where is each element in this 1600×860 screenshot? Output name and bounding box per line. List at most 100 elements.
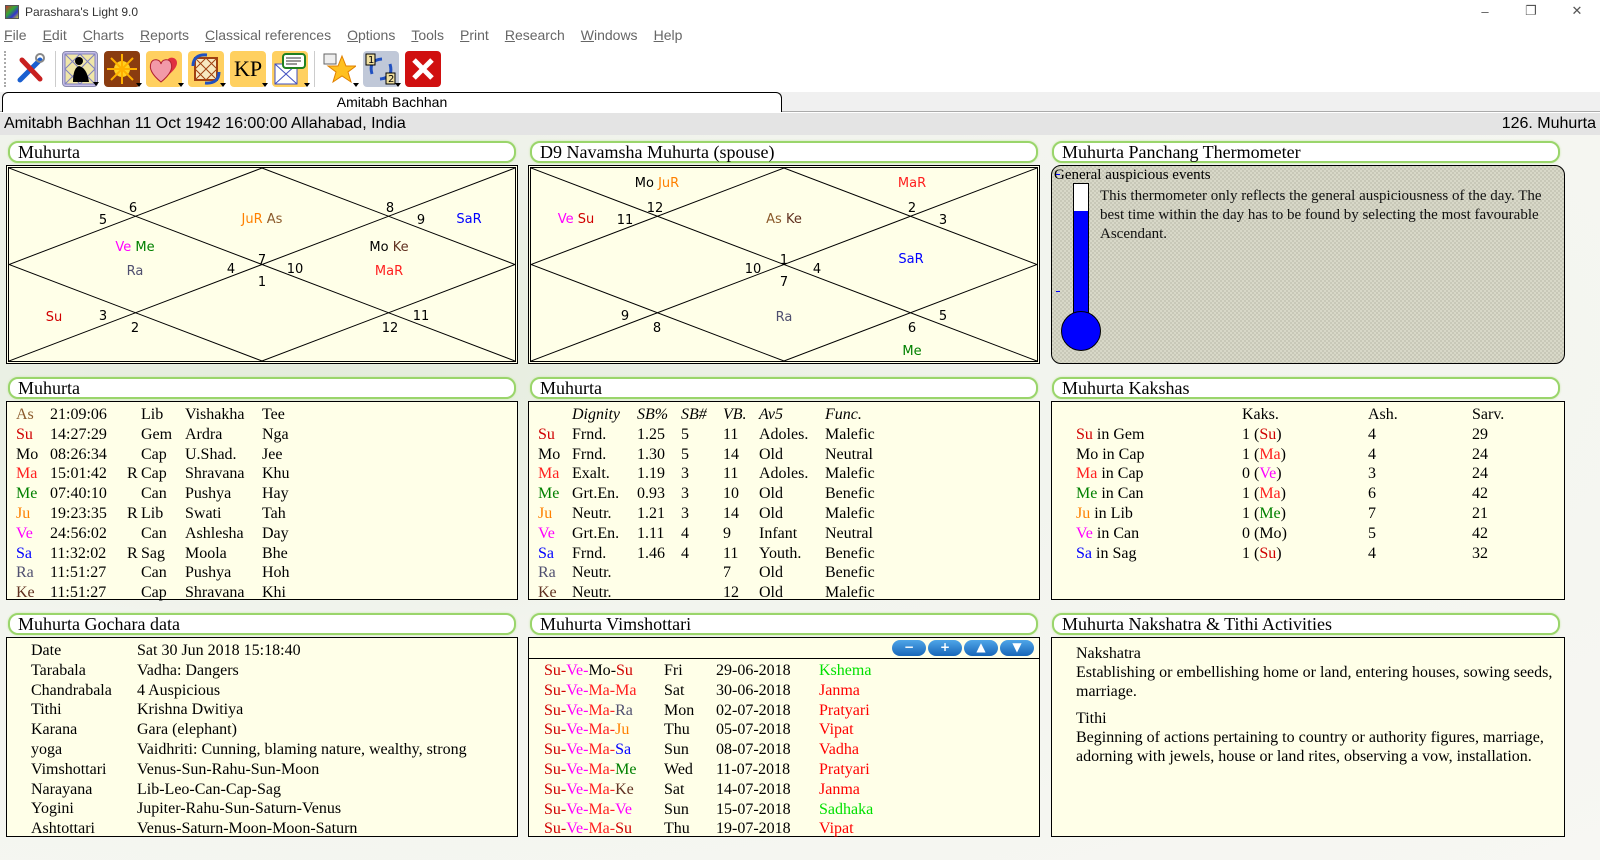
navamsha-house-number: 9 [621,309,629,324]
menu-options[interactable]: Options [347,27,395,43]
panel-header-dignity[interactable]: Muhurta [530,377,1038,399]
toolbar-grip[interactable] [4,51,7,87]
dasha-period[interactable]: Su-Ve-Ma-Ve [544,800,632,820]
menu-tools[interactable]: Tools [411,27,444,43]
gochara-value: Venus-Sun-Rahu-Sun-Moon [137,760,320,778]
sarvashtakavarga-points: 24 [1472,465,1488,483]
rasi-planet[interactable]: As [263,212,283,227]
panel-header-navamsha[interactable]: D9 Navamsha Muhurta (spouse) [530,141,1038,163]
window-title: Parashara's Light 9.0 [25,5,139,19]
navamsha-planet[interactable]: JuR [654,176,679,191]
navamsha-planet[interactable]: Mo [635,176,654,191]
navamsha-planet[interactable]: Ve [558,212,574,227]
tab-chart[interactable]: Amitabh Bachhan [2,92,782,112]
panel-header-rasi[interactable]: Muhurta [8,141,516,163]
navamsha-house-number: 8 [653,321,661,336]
dasha-planet: Su [544,701,561,719]
panel-header-thermometer[interactable]: Muhurta Panchang Thermometer [1052,141,1560,163]
rasi-chart[interactable]: 7 6 5 4 3 2 1 12 11 10 9 8 JuR As Ve Me Ra Su Mo Ke MaR Sa… [6,165,518,364]
dasha-period[interactable]: Su-Ve-Ma-Sa [544,740,631,760]
rasi-planet[interactable]: Mo [369,240,388,255]
panel-header-activities[interactable]: Muhurta Nakshatra & Tithi Activities [1052,613,1560,635]
dasha-date: 14-07-2018 [716,780,791,798]
dasha-period[interactable]: Su-Ve-Ma-Ju [544,720,629,740]
menu-classical-references[interactable]: Classical references [205,27,331,43]
planet-longitude: 11:32:02 [50,544,107,562]
zoom-in-button[interactable]: + [928,640,962,656]
zoom-out-button[interactable]: − [892,640,926,656]
thermometer-panel: General auspicious events This thermomet… [1051,165,1565,364]
rasi-planet[interactable]: SaR [456,212,481,227]
navamsha-planet[interactable]: Me [902,344,921,359]
rasi-planet[interactable]: MaR [375,264,403,279]
dasha-period[interactable]: Su-Ve-Ma-Ra [544,701,633,721]
dasha-period[interactable]: Su-Ve-Mo-Su [544,661,633,681]
chart-person-button[interactable] [62,51,99,87]
dasha-date: 02-07-2018 [716,701,791,719]
dasha-period[interactable]: Su-Ve-Ma-Ma [544,681,636,701]
rasi-house-number: 1 [258,275,266,290]
rasi-planet[interactable]: Ra [127,264,144,279]
panel-header-vimshottari[interactable]: Muhurta Vimshottari [530,613,1038,635]
rasi-planet-group: Ve Me [115,240,154,255]
rasi-house-number: 5 [99,213,107,228]
navamsha-planet[interactable]: As [766,212,782,227]
dasha-date: 15-07-2018 [716,800,791,818]
planet-name: Sa [1076,544,1092,562]
dasha-planet: Ve [566,701,584,719]
tara-name: Pratyari [819,701,870,719]
column-header: Av5 [759,406,783,423]
dasha-period[interactable]: Su-Ve-Ma-Su [544,819,632,839]
menu-help[interactable]: Help [654,27,683,43]
rotate-chart-button[interactable] [188,51,226,87]
navamsha-planet[interactable]: Ra [776,310,793,325]
rasi-planet[interactable]: JuR [241,212,263,227]
hearts-button[interactable] [146,51,184,87]
tools-button[interactable] [13,51,49,87]
menu-reports[interactable]: Reports [140,27,189,43]
rasi-planet[interactable]: Ve [115,240,131,255]
menu-edit[interactable]: Edit [43,27,67,43]
rasi-house-number: 12 [382,321,399,336]
star-button[interactable] [321,51,359,87]
panel-header-gochara[interactable]: Muhurta Gochara data [8,613,516,635]
panel-header-positions[interactable]: Muhurta [8,377,516,399]
navamsha-planet[interactable]: Ke [782,212,802,227]
kp-button[interactable]: KP [230,51,268,87]
rasi-planet[interactable]: Ke [389,240,409,255]
navamsha-chart[interactable]: 1 12 11 10 9 8 7 6 5 4 3 2 As Ke Mo JuR Ve Su Ra Me SaR Ma… [528,165,1040,364]
restore-button[interactable]: ❐ [1508,0,1554,22]
navamsha-planet[interactable]: Su [574,212,595,227]
menu-windows[interactable]: Windows [581,27,638,43]
close-button[interactable]: ✕ [1554,0,1600,22]
rasi-planet[interactable]: Me [131,240,154,255]
gochara-label: Ashtottari [31,820,95,838]
menu-file[interactable]: File [4,27,27,43]
nakshatra-syllable: Hay [262,485,289,503]
navamsha-planet[interactable]: SaR [898,252,923,267]
menu-research[interactable]: Research [505,27,565,43]
panel-header-kakshas[interactable]: Muhurta Kakshas [1052,377,1560,399]
kaksha-planet: Mo in Cap [1076,445,1145,463]
navamsha-planet[interactable]: MaR [898,176,926,191]
scroll-up-button[interactable]: ▲ [964,640,998,656]
close-chart-button[interactable] [405,51,441,87]
menu-print[interactable]: Print [460,27,489,43]
rasi-planet-group: SaR [456,212,481,227]
shadbala-percent: 1.30 [637,445,665,463]
dasha-planet: Ve [566,681,584,699]
compare-button[interactable]: 1 2 [363,51,401,87]
minimize-button[interactable]: – [1462,0,1508,22]
rasi-planet[interactable]: Su [46,310,63,325]
positions-table: As 21:09:06 Lib Vishakha Tee Su 14:27:29 Gem Ard… [6,401,518,601]
planet-name: Mo [16,445,39,463]
chart-comment-button[interactable] [272,51,310,87]
scroll-down-button[interactable]: ▼ [1000,640,1034,656]
retrograde-flag: R [127,465,138,483]
nakshatra-syllable: Khu [262,465,290,483]
dasha-period[interactable]: Su-Ve-Ma-Me [544,760,636,780]
rasi-chart-svg: 7 6 5 4 3 2 1 12 11 10 9 8 JuR As Ve Me Ra Su Mo Ke MaR Sa… [9,168,515,361]
sun-button[interactable] [104,51,142,87]
menu-charts[interactable]: Charts [83,27,124,43]
dasha-period[interactable]: Su-Ve-Ma-Ke [544,780,634,800]
